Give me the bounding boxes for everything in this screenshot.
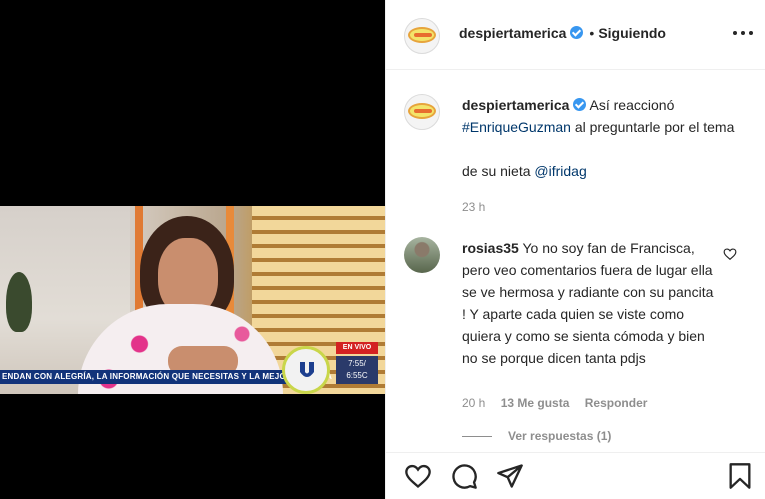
- more-icon: [733, 31, 753, 35]
- more-options-button[interactable]: [732, 26, 754, 40]
- view-replies-label: Ver respuestas (1): [508, 429, 612, 443]
- post-media[interactable]: ENDAN CON ALEGRÍA, LA INFORMACIÓN QUE NE…: [0, 0, 385, 499]
- following-button[interactable]: Siguiendo: [598, 25, 666, 41]
- like-icon[interactable]: [404, 462, 432, 490]
- ticker-text: ENDAN CON ALEGRÍA, LA INFORMACIÓN QUE NE…: [2, 372, 333, 381]
- comment-username[interactable]: rosias35: [462, 240, 519, 256]
- live-badge: EN VIVO: [336, 342, 378, 354]
- comment-text: Yo no soy fan de Francisca, pero veo com…: [462, 240, 714, 366]
- separator-dot: •: [589, 25, 595, 41]
- hashtag-link[interactable]: #EnriqueGuzman: [462, 119, 571, 135]
- verified-badge-icon: [570, 26, 584, 39]
- time-line-1: 7:55/: [348, 359, 366, 368]
- presenter: [78, 216, 283, 394]
- time-line-2: 6:55C: [346, 371, 368, 380]
- comment-time: 20 h: [462, 396, 486, 410]
- save-icon[interactable]: [726, 462, 754, 490]
- despierta-logo-icon: [408, 27, 436, 43]
- caption-text-2: al preguntarle por el tema: [574, 119, 735, 135]
- caption-timestamp[interactable]: 23 h: [462, 200, 485, 214]
- post-header: despiertamerica • Siguiendo: [386, 0, 765, 70]
- action-bar: [386, 452, 765, 499]
- comment-like-icon[interactable]: [723, 247, 737, 261]
- profile-avatar[interactable]: [404, 18, 440, 54]
- univision-logo: [282, 346, 330, 394]
- mention-link[interactable]: @ifridag: [534, 163, 586, 179]
- post-caption: despiertamerica Así reaccionó #EnriqueGu…: [462, 94, 754, 182]
- comment-likes[interactable]: 13 Me gusta: [501, 396, 570, 410]
- time-badge: 7:55/ 6:55C: [336, 356, 378, 384]
- share-icon[interactable]: [496, 462, 524, 490]
- video-frame[interactable]: ENDAN CON ALEGRÍA, LA INFORMACIÓN QUE NE…: [0, 206, 385, 394]
- verified-badge-icon: [573, 98, 587, 111]
- caption-text-3: de su nieta: [462, 163, 531, 179]
- replies-line: [462, 436, 492, 438]
- reply-button[interactable]: Responder: [585, 396, 648, 410]
- caption-username[interactable]: despiertamerica: [462, 97, 569, 113]
- news-ticker: ENDAN CON ALEGRÍA, LA INFORMACIÓN QUE NE…: [0, 370, 333, 384]
- header-user: despiertamerica • Siguiendo: [459, 25, 666, 41]
- post-panel: despiertamerica • Siguiendo despiertameric…: [385, 0, 765, 499]
- view-replies-button[interactable]: Ver respuestas (1): [462, 429, 611, 443]
- despierta-logo-icon: [408, 103, 436, 119]
- comment-icon[interactable]: [450, 462, 478, 490]
- comment: rosias35 Yo no soy fan de Francisca, per…: [462, 237, 718, 369]
- comment-meta: 20 h 13 Me gusta Responder: [462, 396, 659, 410]
- header-username[interactable]: despiertamerica: [459, 25, 566, 41]
- caption-avatar[interactable]: [404, 94, 440, 130]
- univision-u-icon: [300, 362, 314, 377]
- caption-text-1: Así reaccionó: [589, 97, 675, 113]
- commenter-avatar[interactable]: [404, 237, 440, 273]
- studio-plant: [6, 272, 32, 332]
